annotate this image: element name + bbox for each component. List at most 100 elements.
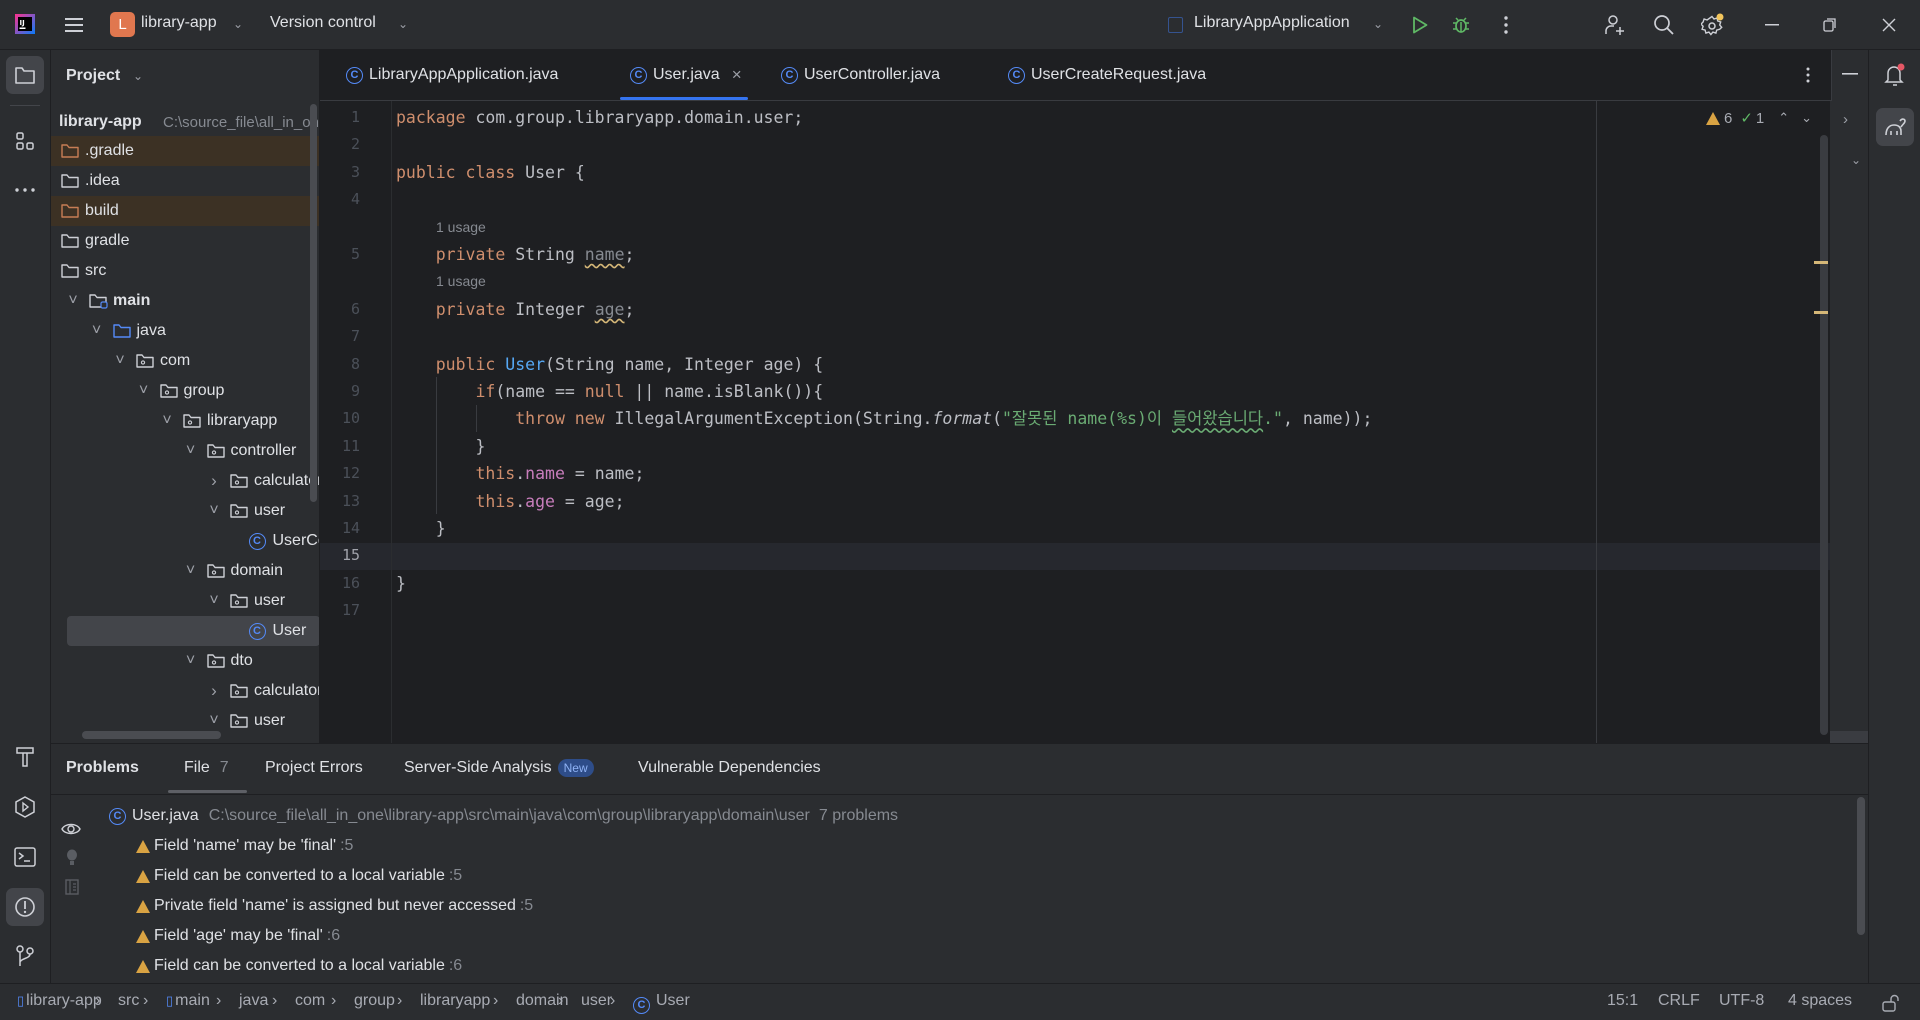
tree-item[interactable]: ˅ user [51,586,319,616]
chevron-right-icon[interactable]: › [207,466,221,496]
editor-vertical-scrollbar[interactable] [1820,135,1828,735]
problems-tab-vulnerable-dependencies[interactable]: Vulnerable Dependencies [638,759,821,777]
chevron-down-icon[interactable]: ˅ [113,346,127,376]
editor-tab[interactable]: C UserCreateRequest.java [1008,50,1206,100]
problems-scrollbar[interactable] [1857,797,1865,935]
warning-stripe-marker[interactable] [1814,311,1828,314]
indent-setting[interactable]: 4 spaces [1788,992,1852,1010]
breadcrumb-item[interactable]: user [581,992,612,1010]
tree-item[interactable]: ˅ user [51,496,319,526]
problems-tab-project-errors[interactable]: Project Errors [265,759,363,777]
preview-eye-icon[interactable] [60,818,84,840]
unlock-icon[interactable] [1880,992,1902,1014]
problem-item[interactable]: Field 'age' may be 'final':6 [136,924,340,948]
tree-item[interactable]: › calculator [51,466,319,496]
breadcrumb-item[interactable]: src [118,992,139,1010]
project-tool-folder-icon[interactable] [13,63,37,87]
run-icon[interactable] [1408,13,1432,37]
restore-window-icon[interactable] [1818,13,1842,37]
chevron-down-icon[interactable]: ˅ [184,556,198,586]
hide-icon[interactable] [1838,64,1862,84]
tree-item[interactable]: C User [67,616,319,646]
vcs-widget[interactable]: Version control [270,14,376,32]
tree-item[interactable]: › calculator [51,676,319,706]
code-line[interactable]: 16} [320,570,1830,597]
project-view-title[interactable]: Project [66,67,120,85]
breadcrumb-item[interactable]: ▯ main [166,992,210,1010]
quick-fix-bulb-icon[interactable] [60,847,84,869]
add-user-icon[interactable] [1602,12,1628,38]
more-actions-icon[interactable] [1494,13,1518,37]
code-line[interactable]: 14 } [320,515,1830,542]
chevron-down-icon[interactable]: ˅ [207,586,221,616]
tree-item[interactable]: ˅ domain [51,556,319,586]
code-line[interactable]: 15 [320,542,1830,569]
chevron-down-icon[interactable]: ˅ [160,406,174,436]
code-line[interactable]: 10 throw new IllegalArgumentException(St… [320,405,1830,432]
tree-item[interactable]: ˅ dto [51,646,319,676]
editor-tab[interactable]: C UserController.java [781,50,940,100]
notifications-icon[interactable] [1883,63,1907,87]
problem-item[interactable]: Field can be converted to a local variab… [136,954,462,978]
tree-item[interactable]: src [51,256,319,286]
problems-tab-problems[interactable]: Problems [66,759,139,777]
problem-item[interactable]: Field 'name' may be 'final':5 [136,834,353,858]
debug-icon[interactable] [1449,13,1473,37]
details-panel-icon[interactable] [60,876,84,898]
close-tab-icon[interactable]: × [732,65,742,85]
tab-active-user-java[interactable]: C User.java × [620,50,748,100]
chevron-down-icon[interactable]: ˅ [207,496,221,526]
problems-tab-server-side-analysis[interactable]: Server-Side Analysis New [404,759,594,777]
main-menu-icon[interactable] [62,13,86,37]
code-line[interactable]: 5 private String name; [320,241,1830,268]
next-highlight-icon[interactable]: ⌄ [1801,110,1812,126]
breadcrumb-item[interactable]: com [295,992,325,1010]
chevron-down-icon[interactable]: ˅ [90,316,104,346]
previous-highlight-icon[interactable]: ⌃ [1778,110,1789,126]
project-vertical-scrollbar[interactable] [310,104,317,502]
gradle-icon[interactable] [1883,115,1907,139]
breadcrumb-item[interactable]: java [239,992,268,1010]
chevron-right-icon[interactable]: › [1843,111,1848,128]
chevron-down-icon[interactable]: ⌄ [133,69,143,83]
more-tool-windows-icon[interactable] [13,178,37,202]
chevron-right-icon[interactable]: › [207,676,221,706]
code-line[interactable]: 9 if(name == null || name.isBlank()){ [320,378,1830,405]
settings-icon[interactable] [1700,12,1726,38]
tree-item[interactable]: .idea [51,166,319,196]
line-separator[interactable]: CRLF [1658,992,1700,1010]
tree-item[interactable]: ˅ java [51,316,319,346]
code-line[interactable]: 8 public User(String name, Integer age) … [320,351,1830,378]
tree-item[interactable]: ˅ com [51,346,319,376]
tree-item[interactable]: .gradle [51,136,319,166]
tree-item[interactable]: ˅ group [51,376,319,406]
tree-item[interactable]: gradle [51,226,319,256]
chevron-down-icon[interactable]: ⌄ [1851,153,1861,167]
chevron-down-icon[interactable]: ˅ [137,376,151,406]
run-config-selector[interactable]: LibraryAppApplication [1194,14,1350,32]
breadcrumb-item[interactable]: group [354,992,395,1010]
code-line[interactable]: 11 } [320,433,1830,460]
code-line[interactable]: 12 this.name = name; [320,460,1830,487]
problem-file-row[interactable]: C User.java C:\source_file\all_in_one\li… [109,804,898,828]
tab-options-icon[interactable] [1796,63,1820,87]
breadcrumb-item[interactable]: libraryapp [420,992,490,1010]
project-badge[interactable]: L [110,12,135,37]
git-icon[interactable] [13,944,37,968]
chevron-down-icon[interactable]: ⌄ [1373,17,1383,31]
minimize-window-icon[interactable] [1760,13,1784,37]
search-icon[interactable] [1651,12,1677,38]
caret-position[interactable]: 15:1 [1607,992,1638,1010]
chevron-down-icon[interactable]: ⌄ [233,17,243,31]
tree-item[interactable]: ˅ controller [51,436,319,466]
code-line[interactable]: 2 [320,131,1830,158]
services-icon[interactable] [13,795,37,819]
code-line[interactable]: 1 package com.group.libraryapp.domain.use… [320,104,1830,131]
chevron-down-icon[interactable]: ˅ [66,286,80,316]
code-line[interactable]: 6 private Integer age; [320,296,1830,323]
code-line[interactable]: 4 [320,186,1830,213]
chevron-down-icon[interactable]: ⌄ [398,17,408,31]
terminal-icon[interactable] [13,845,37,869]
file-encoding[interactable]: UTF-8 [1719,992,1764,1010]
code-editor[interactable]: 1 package com.group.libraryapp.domain.use… [320,101,1830,743]
